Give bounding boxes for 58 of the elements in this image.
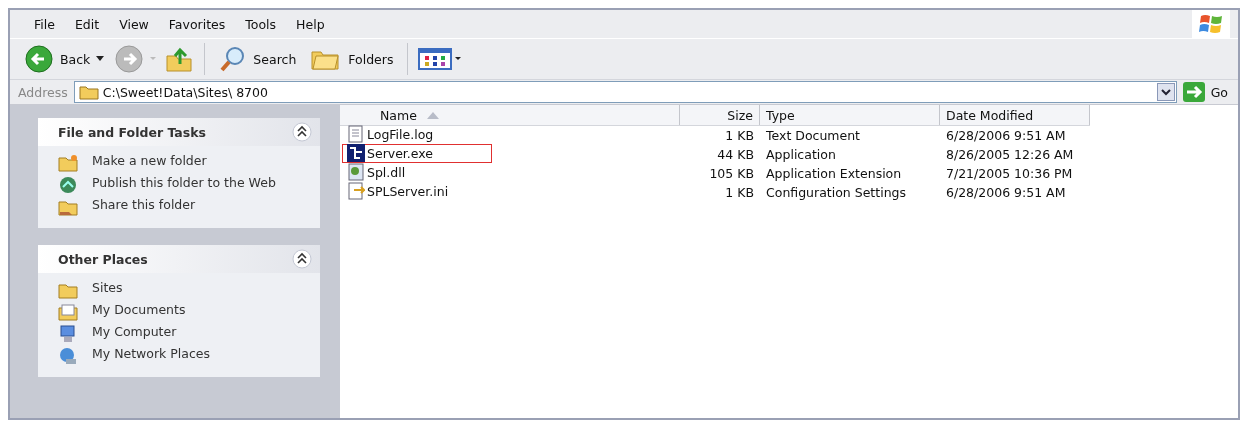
folder-icon <box>58 281 78 299</box>
date-cell-text: 6/28/2006 9:51 AM <box>945 128 1067 143</box>
dropdown-caret-icon[interactable] <box>1156 83 1175 101</box>
file-name-cell[interactable]: SPLServer.ini <box>342 181 492 201</box>
panel-title: File and Folder Tasks <box>58 124 206 140</box>
menu-item[interactable]: Help <box>286 16 335 32</box>
collapse-chevron-icon[interactable] <box>292 122 312 142</box>
address-field[interactable]: C:\Sweet!Data\Sites\ 8700 <box>73 81 1177 103</box>
file-name-cell[interactable]: Server.exe <box>342 143 492 163</box>
publish-icon <box>58 176 78 194</box>
folders-button[interactable]: Folders <box>306 44 398 74</box>
computer-icon <box>58 325 78 343</box>
menu-item[interactable]: Tools <box>235 16 287 32</box>
date-cell-text: 7/21/2005 10:36 PM <box>945 166 1074 181</box>
type-cell-text: Configuration Settings <box>765 185 907 200</box>
newfolder-icon <box>58 154 78 172</box>
forward-arrow-icon[interactable] <box>114 44 159 74</box>
app-file-icon <box>347 144 365 163</box>
menu-item[interactable]: Favorites <box>158 16 236 32</box>
go-button[interactable]: Go <box>1182 82 1238 102</box>
file-name-cell[interactable]: LogFile.log <box>342 124 492 144</box>
address-label: Address <box>18 84 68 100</box>
caret-icon <box>96 56 105 62</box>
size-cell-text: 1 KB <box>724 185 755 200</box>
date-cell-text: 6/28/2006 9:51 AM <box>945 185 1067 200</box>
task-link[interactable]: Publish this folder to the Web <box>92 176 282 190</box>
column-header[interactable]: Size <box>680 105 760 125</box>
task-link[interactable]: My Computer <box>92 325 282 339</box>
collapse-chevron-icon[interactable] <box>292 249 312 269</box>
file-name-cell[interactable]: Spl.dll <box>342 162 492 182</box>
task-link[interactable]: Share this folder <box>92 198 282 212</box>
task-link[interactable]: My Network Places <box>92 347 282 361</box>
menu-item[interactable]: File <box>24 16 65 32</box>
type-cell-text: Application <box>765 147 837 162</box>
dll-file-icon <box>347 163 365 182</box>
date-cell-text: 8/26/2005 12:26 AM <box>945 147 1075 162</box>
task-link[interactable]: My Documents <box>92 303 282 317</box>
folder-icon <box>78 84 99 100</box>
back-button[interactable]: Back <box>20 42 109 76</box>
network-icon <box>58 347 78 365</box>
column-header[interactable]: Date Modified <box>940 105 1090 125</box>
task-link[interactable]: Make a new folder <box>92 154 282 168</box>
views-icon[interactable] <box>418 46 463 72</box>
task-link[interactable]: Sites <box>92 281 282 295</box>
menu-item[interactable]: Edit <box>64 16 110 32</box>
column-header[interactable]: Type <box>760 105 940 125</box>
menu-item[interactable]: View <box>109 16 159 32</box>
go-arrow-icon <box>1182 82 1205 102</box>
type-cell-text: Application Extension <box>765 166 903 181</box>
search-button[interactable]: Search <box>215 43 301 75</box>
documents-icon <box>58 303 78 321</box>
panel-title: Other Places <box>58 251 148 267</box>
ini-file-icon <box>347 182 365 201</box>
type-cell-text: Text Document <box>765 128 861 143</box>
size-cell-text: 1 KB <box>724 128 755 143</box>
share-icon <box>58 198 78 216</box>
size-cell-text: 105 KB <box>708 166 755 181</box>
size-cell-text: 44 KB <box>716 147 755 162</box>
